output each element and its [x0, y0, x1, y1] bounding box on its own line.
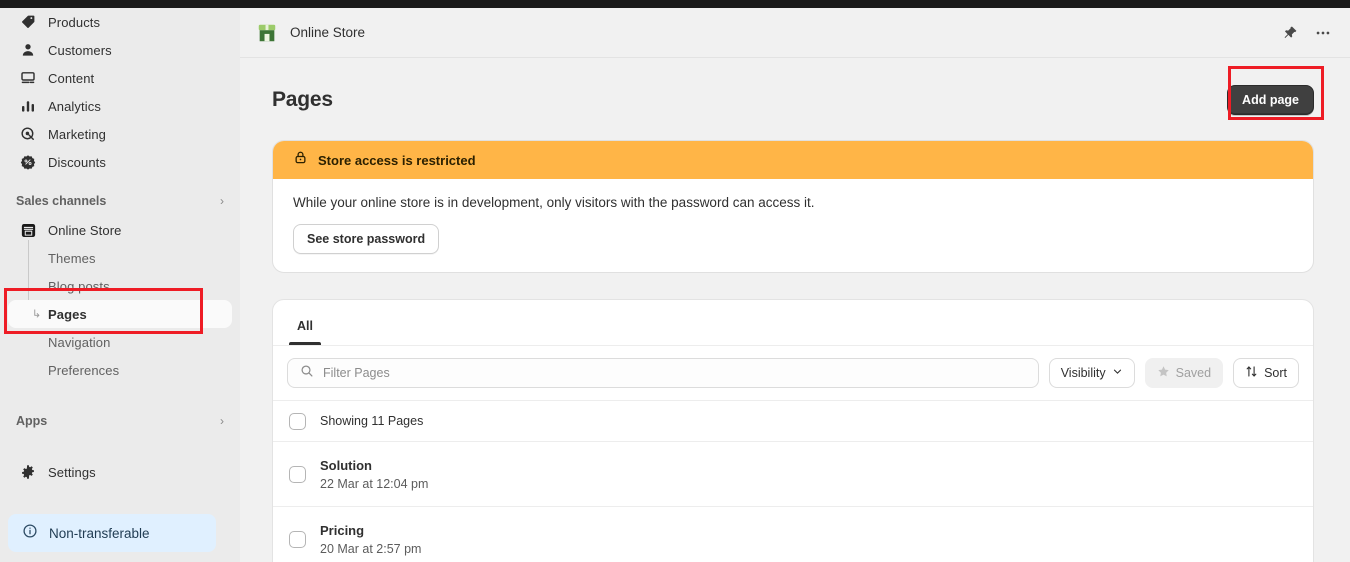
sidebar-item-settings[interactable]: Settings	[8, 458, 232, 486]
target-icon	[18, 124, 38, 144]
filter-toolbar: Visibility Saved	[273, 346, 1313, 400]
tag-icon	[18, 12, 38, 32]
sidebar-item-label: Products	[48, 14, 101, 30]
sidebar-item-content[interactable]: Content	[8, 64, 232, 92]
row-date: 22 Mar at 12:04 pm	[320, 476, 429, 491]
banner-header: Store access is restricted	[273, 141, 1313, 179]
sidebar-item-label: Content	[48, 70, 95, 86]
sort-button[interactable]: Sort	[1233, 358, 1299, 388]
row-date: 20 Mar at 2:57 pm	[320, 541, 422, 556]
row-checkbox[interactable]	[289, 465, 306, 483]
table-row[interactable]: Pricing 20 Mar at 2:57 pm	[273, 507, 1313, 562]
pin-icon[interactable]	[1282, 25, 1298, 41]
sidebar-item-label: Preferences	[48, 362, 120, 378]
banner-heading: Store access is restricted	[318, 152, 476, 168]
sidebar-item-analytics[interactable]: Analytics	[8, 92, 232, 120]
sort-arrows-icon	[1245, 365, 1258, 381]
sidebar-item-preferences[interactable]: Preferences	[8, 356, 232, 384]
banner-description: While your online store is in developmen…	[293, 195, 815, 210]
sidebar-item-label: Navigation	[48, 334, 111, 350]
sidebar-item-label: Online Store	[48, 222, 122, 238]
sidebar-item-label: Discounts	[48, 154, 106, 170]
showing-count-label: Showing 11 Pages	[320, 414, 424, 428]
green-storefront-icon	[256, 22, 278, 44]
page-content: Pages Add page Store access is restricte…	[240, 58, 1350, 562]
tab-bar: All	[273, 300, 1313, 346]
sidebar-section-sales-channels[interactable]: Sales channels ›	[16, 190, 224, 212]
lock-icon	[293, 150, 308, 170]
banner-body: While your online store is in developmen…	[273, 179, 1313, 272]
visibility-label: Visibility	[1060, 366, 1106, 380]
filter-pages-input[interactable]	[323, 366, 1026, 380]
row-checkbox[interactable]	[289, 530, 306, 548]
pages-list-card: All Visibility	[272, 299, 1314, 562]
section-label: Apps	[16, 414, 48, 428]
discount-badge-icon	[18, 152, 38, 172]
sidebar-item-label: Pages	[48, 306, 87, 322]
header-store-name: Online Store	[290, 25, 366, 40]
arrow-right-icon: ↳	[32, 308, 42, 321]
sidebar-item-online-store[interactable]: Online Store	[8, 216, 232, 244]
sidebar-section-apps[interactable]: Apps ›	[16, 410, 224, 432]
sidebar: Products Customers Content Analytics Mar	[0, 0, 240, 562]
add-page-button[interactable]: Add page	[1227, 85, 1314, 115]
saved-label: Saved	[1175, 366, 1212, 380]
section-label: Sales channels	[16, 194, 107, 208]
sidebar-item-products[interactable]: Products	[8, 8, 232, 36]
ellipsis-icon[interactable]	[1314, 24, 1332, 42]
list-header-row: Showing 11 Pages	[273, 400, 1313, 442]
visibility-filter-button[interactable]: Visibility	[1048, 358, 1135, 388]
star-icon	[1157, 365, 1170, 381]
info-icon	[22, 523, 38, 544]
select-all-checkbox[interactable]	[289, 412, 306, 430]
storefront-icon	[18, 220, 38, 240]
table-row[interactable]: Solution 22 Mar at 12:04 pm	[273, 442, 1313, 507]
sidebar-item-label: Themes	[48, 250, 96, 266]
app-header: Online Store	[240, 0, 1350, 58]
sidebar-item-blog-posts[interactable]: Blog posts	[8, 272, 232, 300]
page-header: Pages Add page	[272, 80, 1314, 120]
sidebar-item-discounts[interactable]: Discounts	[8, 148, 232, 176]
sidebar-item-label: Blog posts	[48, 278, 110, 294]
content-icon	[18, 68, 38, 88]
row-content: Solution 22 Mar at 12:04 pm	[320, 458, 428, 491]
main-area: Online Store Pages Add page Store access…	[240, 0, 1350, 562]
sidebar-item-customers[interactable]: Customers	[8, 36, 232, 64]
see-store-password-button[interactable]: See store password	[293, 224, 440, 254]
chevron-down-icon	[1112, 366, 1123, 380]
chevron-right-icon[interactable]: ›	[220, 415, 224, 427]
search-icon	[300, 364, 314, 383]
sidebar-item-label: Customers	[48, 42, 112, 58]
sidebar-item-themes[interactable]: Themes	[8, 244, 232, 272]
row-title: Pricing	[320, 522, 365, 538]
tab-all[interactable]: All	[287, 313, 323, 345]
person-icon	[18, 40, 38, 60]
row-title: Solution	[320, 457, 372, 473]
bar-chart-icon	[18, 96, 38, 116]
sidebar-item-navigation[interactable]: Navigation	[8, 328, 232, 356]
gear-icon	[18, 462, 38, 482]
sort-label: Sort	[1264, 366, 1287, 380]
store-access-banner: Store access is restricted While your on…	[272, 140, 1314, 273]
saved-views-button: Saved	[1144, 358, 1224, 388]
chevron-right-icon[interactable]: ›	[220, 195, 224, 207]
sidebar-item-label: Analytics	[48, 98, 101, 114]
sidebar-item-marketing[interactable]: Marketing	[8, 120, 232, 148]
sidebar-item-label: Settings	[48, 464, 96, 480]
header-actions	[1282, 24, 1336, 42]
non-transferable-label: Non-transferable	[49, 525, 150, 541]
sidebar-item-label: Marketing	[48, 126, 106, 142]
top-black-bar	[0, 0, 1350, 8]
search-input-wrapper[interactable]	[287, 358, 1039, 388]
page-title: Pages	[272, 88, 333, 111]
sidebar-item-pages[interactable]: ↳ Pages	[8, 300, 232, 328]
row-content: Pricing 20 Mar at 2:57 pm	[320, 523, 421, 556]
app-root: Products Customers Content Analytics Mar	[0, 0, 1350, 562]
non-transferable-badge[interactable]: Non-transferable	[8, 514, 216, 552]
